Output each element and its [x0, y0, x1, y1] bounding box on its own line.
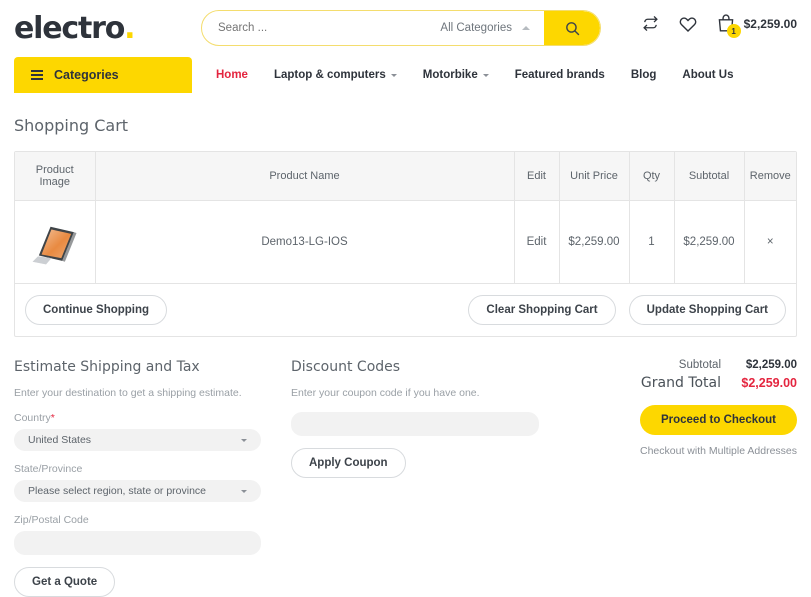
subtotal-value: $2,259.00: [745, 359, 797, 371]
col-qty: Qty: [629, 152, 675, 201]
edit-link[interactable]: Edit: [527, 236, 547, 248]
nav-item-motorbike[interactable]: Motorbike: [423, 69, 489, 81]
unit-price-cell: $2,259.00: [559, 200, 630, 284]
nav-label: Blog: [630, 69, 657, 81]
nav-item-blog[interactable]: Blog: [631, 69, 657, 81]
search-bar[interactable]: All Categories: [201, 10, 601, 46]
nav-label: About Us: [682, 69, 734, 81]
cart-button[interactable]: 1 $2,259.00: [717, 14, 797, 38]
laptop-thumbnail-icon: [32, 226, 77, 265]
country-select[interactable]: United States: [14, 429, 261, 451]
required-asterisk: *: [50, 412, 55, 424]
search-category-selector[interactable]: All Categories: [440, 22, 536, 34]
totals-rows: Subtotal $2,259.00 Grand Total $2,259.00: [564, 359, 797, 391]
cart-table-header: Product Image Product Name Edit Unit Pri…: [15, 152, 796, 201]
qty-cell: 1: [629, 200, 675, 284]
site-logo[interactable]: electro.: [14, 10, 136, 46]
nav-label: Motorbike: [422, 69, 478, 81]
state-province-select[interactable]: Please select region, state or province: [14, 480, 261, 502]
proceed-to-checkout-button[interactable]: Proceed to Checkout: [639, 405, 797, 435]
nav-label: Home: [216, 69, 248, 81]
cart-table-body: Demo13-LG-IOS Edit $2,259.00 1 $2,259.00…: [15, 200, 796, 284]
col-edit: Edit: [514, 152, 560, 201]
nav-links: Home Laptop & computers Motorbike Featur…: [216, 57, 734, 93]
cart-container: Product Image Product Name Edit Unit Pri…: [14, 151, 797, 337]
nav-item-about-us[interactable]: About Us: [682, 69, 733, 81]
shopping-bag-icon: 1: [717, 14, 741, 38]
col-product-name: Product Name: [95, 152, 515, 201]
nav-label: Featured brands: [514, 69, 605, 81]
compare-icon[interactable]: [642, 15, 659, 32]
shipping-title: Estimate Shipping and Tax: [14, 359, 200, 375]
subtotal-cell: $2,259.00: [674, 200, 745, 284]
clear-shopping-cart-button[interactable]: Clear Shopping Cart: [468, 295, 616, 325]
col-subtotal: Subtotal: [674, 152, 745, 201]
nav-label: Laptop & computers: [273, 69, 386, 81]
col-unit-price: Unit Price: [559, 152, 630, 201]
cart-total-amount: $2,259.00: [743, 16, 797, 31]
chevron-down-icon: [241, 438, 247, 442]
update-shopping-cart-button[interactable]: Update Shopping Cart: [628, 295, 786, 325]
chevron-up-icon: [522, 26, 530, 30]
discount-note: Enter your coupon code if you have one.: [291, 387, 480, 399]
categories-label: Categories: [54, 68, 119, 82]
get-a-quote-button[interactable]: Get a Quote: [14, 567, 116, 597]
heart-icon[interactable]: [679, 15, 697, 33]
nav-item-home[interactable]: Home: [216, 69, 248, 81]
state-label: State/Province: [14, 463, 83, 475]
grand-total-row: Grand Total $2,259.00: [564, 375, 797, 391]
checkout-multiple-addresses-link[interactable]: Checkout with Multiple Addresses: [564, 445, 797, 457]
search-icon: [565, 21, 579, 35]
col-remove: Remove: [744, 152, 796, 201]
categories-button[interactable]: Categories: [14, 57, 192, 93]
hamburger-menu-icon: [31, 70, 43, 80]
cart-table: Product Image Product Name Edit Unit Pri…: [15, 152, 796, 284]
subtotal-row: Subtotal $2,259.00: [564, 359, 797, 371]
country-value: United States: [28, 434, 92, 446]
nav-item-featured-brands[interactable]: Featured brands: [515, 69, 605, 81]
nav-item-laptop-computers[interactable]: Laptop & computers: [274, 69, 397, 81]
estimate-shipping-section: Estimate Shipping and Tax Enter your des…: [14, 359, 279, 597]
logo-dot: .: [124, 10, 135, 46]
order-totals-section: Subtotal $2,259.00 Grand Total $2,259.00…: [544, 359, 797, 597]
state-value: Please select region, state or province: [28, 485, 207, 497]
country-label-text: Country: [14, 412, 51, 424]
logo-text: electro: [14, 10, 125, 46]
discount-codes-section: Discount Codes Enter your coupon code if…: [279, 359, 544, 597]
cart-action-bar: Continue Shopping Clear Shopping Cart Up…: [15, 284, 796, 336]
coupon-code-input[interactable]: [291, 412, 539, 436]
header-icon-group: 1 $2,259.00: [642, 14, 797, 38]
page-title: Shopping Cart: [14, 116, 129, 135]
grand-total-value: $2,259.00: [741, 376, 797, 390]
cart-right-actions: Clear Shopping Cart Update Shopping Cart: [468, 295, 786, 325]
product-image-cell: [15, 200, 96, 284]
remove-item-button[interactable]: ×: [744, 200, 796, 284]
continue-shopping-button[interactable]: Continue Shopping: [25, 295, 168, 325]
main-navigation: Categories Home Laptop & computers Motor…: [0, 57, 811, 93]
apply-coupon-button[interactable]: Apply Coupon: [291, 448, 406, 478]
product-name-cell: Demo13-LG-IOS: [95, 200, 515, 284]
chevron-down-icon: [482, 73, 489, 77]
search-category-label: All Categories: [440, 22, 512, 34]
zip-postal-code-input[interactable]: [14, 531, 261, 555]
chevron-down-icon: [390, 73, 397, 77]
zip-label: Zip/Postal Code: [14, 514, 89, 526]
edit-cell: Edit: [514, 200, 560, 284]
table-row: Demo13-LG-IOS Edit $2,259.00 1 $2,259.00…: [15, 200, 796, 284]
table-header-row: Product Image Product Name Edit Unit Pri…: [15, 152, 796, 201]
chevron-down-icon: [241, 489, 247, 493]
cart-bottom-section: Estimate Shipping and Tax Enter your des…: [14, 359, 797, 597]
grand-total-label: Grand Total: [640, 375, 721, 391]
subtotal-label: Subtotal: [678, 359, 721, 371]
discount-title: Discount Codes: [291, 359, 401, 375]
col-product-image: Product Image: [15, 152, 96, 201]
search-input[interactable]: [202, 11, 441, 45]
shipping-note: Enter your destination to get a shipping…: [14, 387, 242, 399]
site-header: electro. All Categories: [0, 0, 811, 57]
cart-count-badge: 1: [726, 24, 741, 38]
search-button[interactable]: [544, 11, 600, 45]
main-content: Shopping Cart Product Image Product Name…: [0, 116, 811, 597]
country-label: Country*: [14, 412, 279, 424]
